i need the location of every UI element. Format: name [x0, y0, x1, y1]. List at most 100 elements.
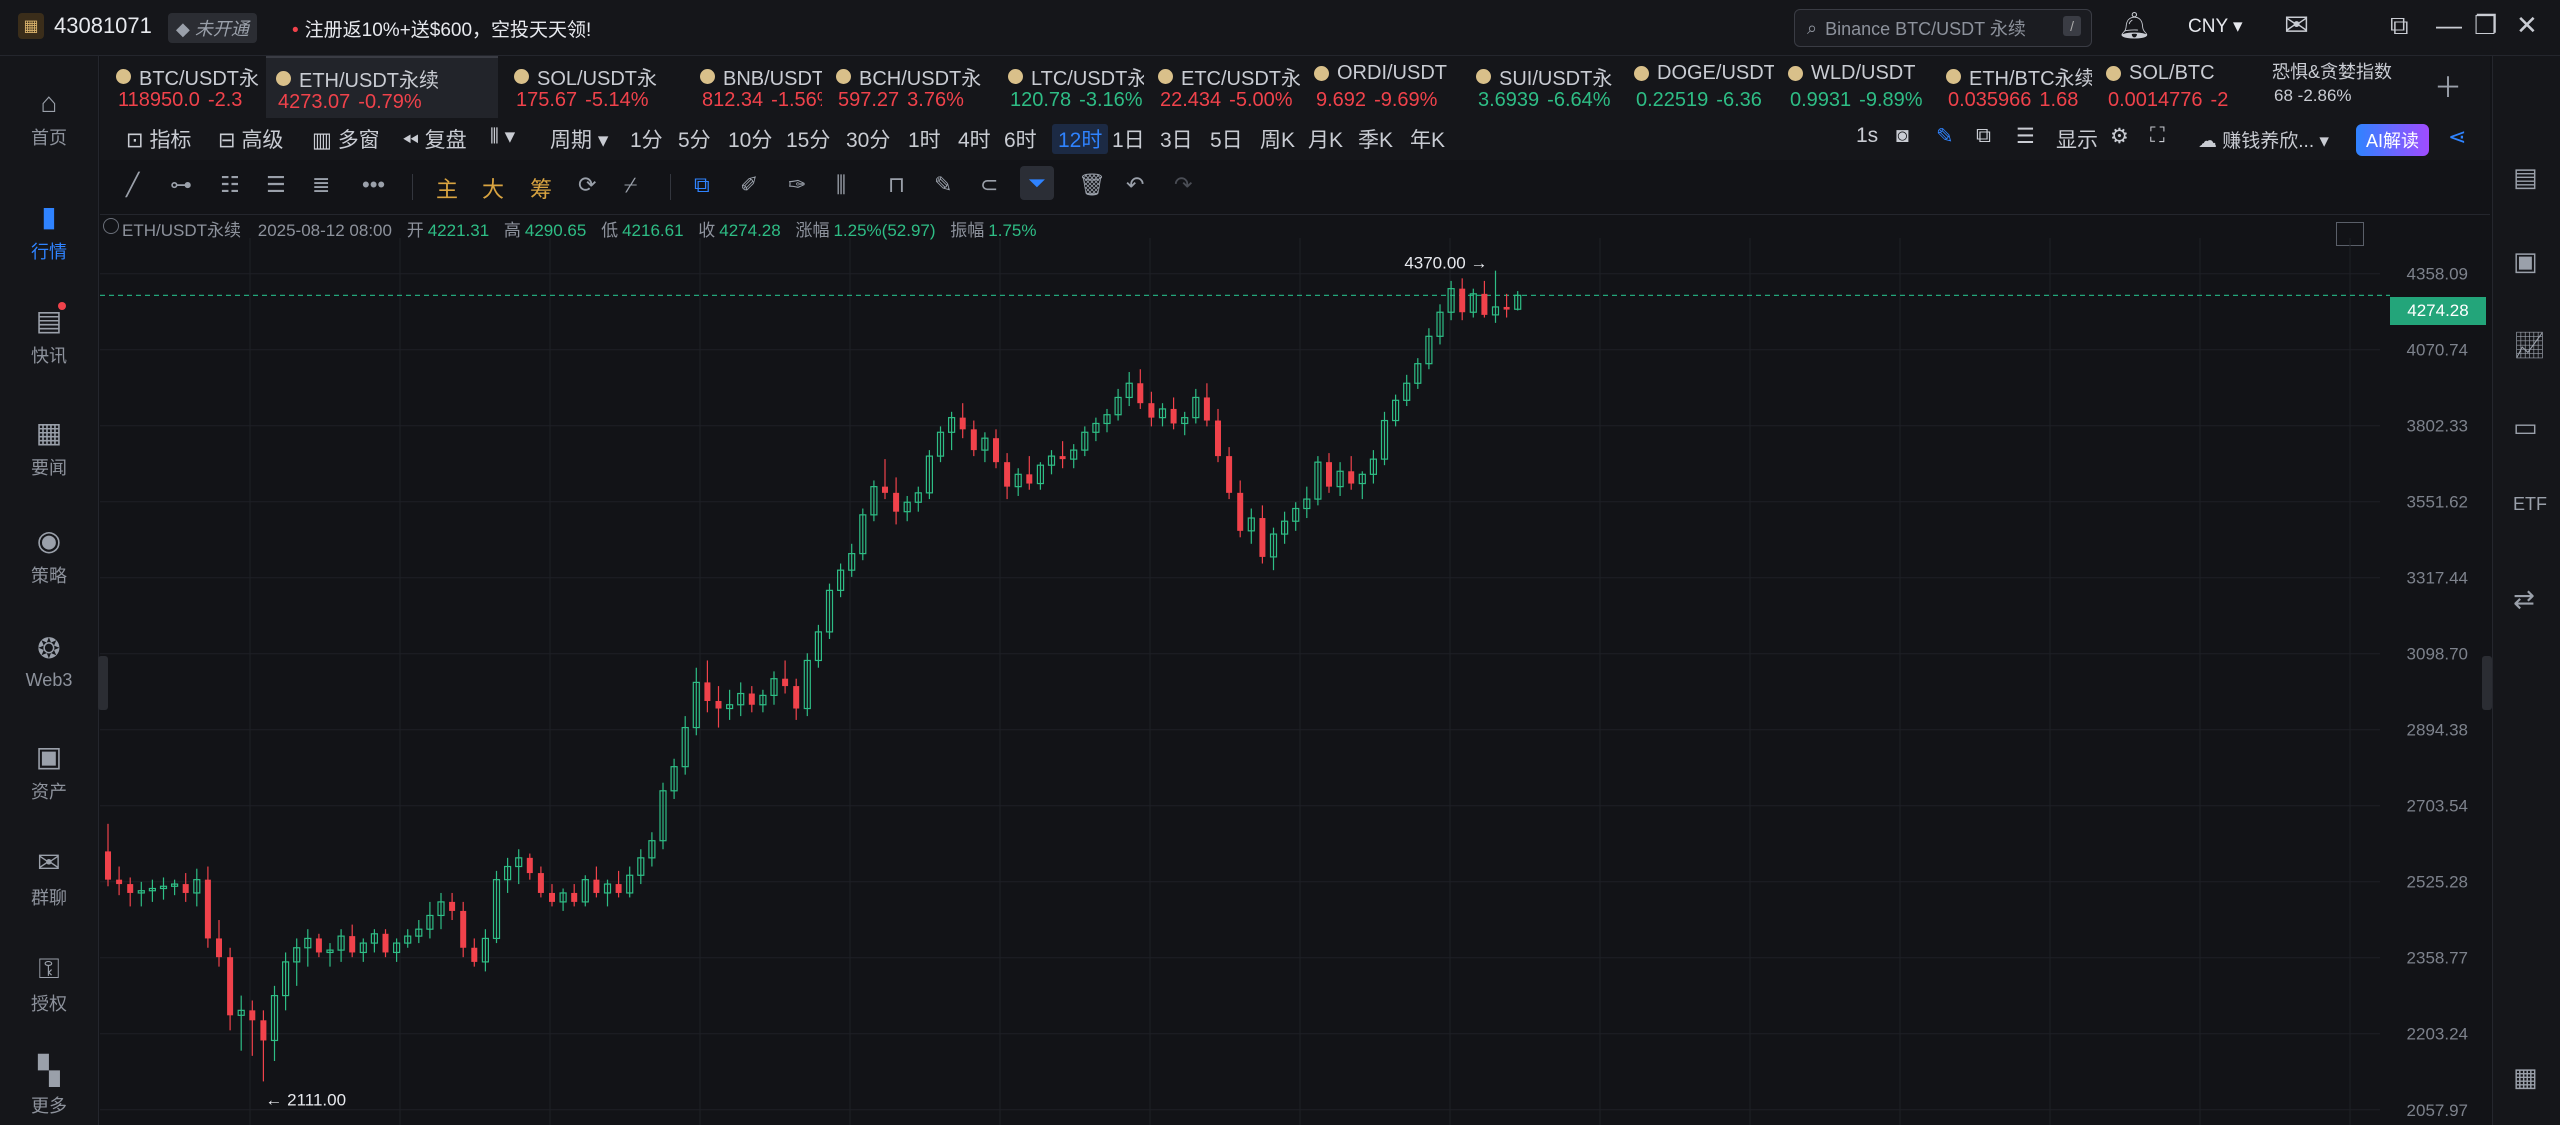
- sidebar-item-3[interactable]: ▦ 要闻: [0, 416, 98, 480]
- interval-button[interactable]: 10分: [728, 124, 772, 154]
- interval-button[interactable]: 1时: [908, 124, 941, 154]
- restore-icon[interactable]: ❐: [2474, 10, 2497, 41]
- settings-gear-icon[interactable]: ⚙: [2110, 124, 2129, 149]
- sidebar-item-2[interactable]: ▤ 快讯: [0, 302, 98, 368]
- interval-button[interactable]: 15分: [786, 124, 830, 154]
- sidebar-item-9[interactable]: ▚ 更多: [0, 1054, 98, 1118]
- more-tools-icon[interactable]: •••: [362, 172, 385, 198]
- etf-icon[interactable]: ETF: [2513, 494, 2547, 515]
- lock-icon[interactable]: ⊓: [888, 172, 905, 198]
- candle-compare-icon[interactable]: ⫼: [836, 172, 846, 198]
- multi-window-button[interactable]: ▥ 多窗: [312, 124, 380, 154]
- interval-button[interactable]: 月K: [1308, 124, 1343, 154]
- ticker-tab[interactable]: ORDI/USDT 9.692 -9.69%: [1304, 56, 1462, 118]
- right-panel-handle[interactable]: [2482, 656, 2492, 710]
- popout-icon[interactable]: ⧉: [2390, 10, 2409, 42]
- user-id[interactable]: ▦ 43081071: [18, 13, 152, 39]
- sidebar-item-8[interactable]: ⚿ 授权: [0, 952, 98, 1016]
- candlestick-chart[interactable]: 4358.09 4070.74 3802.33 3551.62 3317.44 3098.…: [100, 238, 2490, 1125]
- sync-icon[interactable]: ⟳: [578, 172, 596, 198]
- ai-analysis-button[interactable]: AI解读: [2356, 124, 2430, 156]
- monitor-icon[interactable]: ▭: [2513, 412, 2538, 443]
- currency-select[interactable]: CNY ▾: [2188, 15, 2243, 38]
- theme-dropdown[interactable]: ☁ 赚钱养欣... ▾: [2198, 126, 2329, 153]
- ruler-icon[interactable]: ✐: [740, 172, 758, 198]
- fear-greed-index[interactable]: 恐惧&贪婪指数 68 -2.86%: [2268, 56, 2408, 118]
- share-window-icon[interactable]: ⧉: [1976, 124, 1991, 148]
- note-icon[interactable]: ✎: [934, 172, 952, 198]
- search-box[interactable]: ⌕ Binance BTC/USDT 永续 /: [1794, 9, 2092, 47]
- trade-icon[interactable]: ▣: [2513, 246, 2538, 277]
- left-panel-handle[interactable]: [98, 656, 108, 710]
- sidebar-item-6[interactable]: ▣ 资产: [0, 740, 98, 804]
- main-indicator-toggle[interactable]: 主: [436, 172, 458, 204]
- fib-levels-icon[interactable]: ≣: [312, 172, 330, 198]
- camera-icon[interactable]: ◙: [1896, 124, 1909, 148]
- sidebar-item-0[interactable]: ⌂ 首页: [0, 86, 98, 150]
- replay-button[interactable]: ⏪︎ 复盘: [402, 124, 467, 154]
- interval-button[interactable]: 30分: [846, 124, 890, 154]
- sidebar-item-4[interactable]: ◉ 策略: [0, 524, 98, 588]
- interval-button[interactable]: 4时: [958, 124, 991, 154]
- copy-icon[interactable]: ⧉: [694, 172, 710, 198]
- sidebar-item-5[interactable]: ❂ Web3: [0, 632, 98, 691]
- grid-layout-icon[interactable]: ▦: [2513, 1062, 2538, 1093]
- filter-icon[interactable]: ⏷: [1020, 166, 1054, 200]
- ray-line-icon[interactable]: ⊶: [170, 172, 192, 198]
- ticker-tab[interactable]: BTC/USDT永 118950.0 -2.3: [106, 56, 262, 118]
- ticker-tab[interactable]: DOGE/USDT 0.22519 -6.36: [1624, 56, 1774, 118]
- ticker-tab[interactable]: SUI/USDT永 3.6939 -6.64%: [1466, 56, 1620, 118]
- interval-button[interactable]: 季K: [1358, 124, 1393, 154]
- close-icon[interactable]: ✕: [2516, 10, 2538, 41]
- interval-button[interactable]: 5日: [1210, 124, 1243, 154]
- ticker-tab[interactable]: BNB/USDT永812.34-1.56%: [690, 56, 822, 118]
- interval-button[interactable]: 1日: [1112, 124, 1145, 154]
- ticker-tab[interactable]: WLD/USDT 0.9931 -9.89%: [1778, 56, 1932, 118]
- mail-icon[interactable]: ✉: [2284, 8, 2309, 43]
- chip-distribution-toggle[interactable]: 筹: [530, 172, 552, 204]
- big-order-toggle[interactable]: 大: [482, 172, 504, 204]
- trash-icon[interactable]: 🗑︎: [1078, 172, 1106, 198]
- ticker-tab[interactable]: ETH/BTC永续 0.035966 1.68: [1936, 56, 2092, 118]
- order-book-icon[interactable]: ▤: [2513, 162, 2538, 193]
- interval-button[interactable]: 6时: [1004, 124, 1037, 154]
- ticker-tab[interactable]: SOL/BTC 0.0014776 -2: [2096, 56, 2262, 118]
- add-ticker-button[interactable]: ＋: [2434, 66, 2462, 106]
- advanced-button[interactable]: ⊟ 高级: [218, 124, 283, 154]
- horizontal-lines-icon[interactable]: ☰: [266, 172, 286, 198]
- bell-icon[interactable]: 🔔︎: [2118, 10, 2151, 41]
- ticker-tab[interactable]: ETC/USDT永 22.434 -5.00%: [1148, 56, 1300, 118]
- trend-line-icon[interactable]: ╱: [126, 172, 139, 198]
- promo-banner[interactable]: • 注册返10%+送$600，空投天天领!: [292, 15, 591, 42]
- interval-button[interactable]: 1分: [630, 124, 663, 154]
- parallel-channel-icon[interactable]: ☷: [220, 172, 240, 198]
- collapse-info-icon[interactable]: [103, 218, 119, 234]
- undo-icon[interactable]: ↶: [1126, 172, 1144, 198]
- clear-lines-icon[interactable]: ⌿: [624, 172, 637, 198]
- refresh-interval[interactable]: 1s: [1856, 124, 1878, 148]
- period-dropdown[interactable]: 周期 ▾: [550, 124, 608, 154]
- redo-icon[interactable]: ↷: [1174, 172, 1192, 198]
- swap-icon[interactable]: ⇄: [2513, 584, 2535, 615]
- sidebar-item-1[interactable]: ▮ 行情: [0, 200, 98, 264]
- interval-button[interactable]: 3日: [1160, 124, 1193, 154]
- chart-type-button[interactable]: ⫴ ▾: [490, 124, 515, 149]
- interval-button[interactable]: 周K: [1260, 124, 1295, 154]
- ticker-tab[interactable]: SOL/USDT永 175.67 -5.14%: [504, 56, 686, 118]
- ticker-tab[interactable]: ETH/USDT永续 4273.07 -0.79%: [266, 56, 498, 120]
- sidebar-item-7[interactable]: ✉ 群聊: [0, 846, 98, 910]
- display-button[interactable]: 显示: [2056, 124, 2098, 154]
- list-icon[interactable]: ☰: [2016, 124, 2035, 149]
- brush-icon[interactable]: ✑: [788, 172, 806, 198]
- draw-pen-icon[interactable]: ✎: [1936, 124, 1954, 149]
- chart-trend-icon[interactable]: 📈︎: [2513, 330, 2546, 361]
- fullscreen-icon[interactable]: ⛶: [2150, 124, 2165, 148]
- minimize-icon[interactable]: —: [2436, 10, 2462, 41]
- ticker-tab[interactable]: BCH/USDT永 597.27 3.76%: [826, 56, 994, 118]
- interval-button[interactable]: 年K: [1410, 124, 1445, 154]
- ticker-tab[interactable]: LTC/USDT永 120.78 -3.16%: [998, 56, 1144, 118]
- interval-button[interactable]: 12时: [1052, 124, 1109, 154]
- magnet-icon[interactable]: ⊂: [980, 172, 998, 198]
- interval-button[interactable]: 5分: [678, 124, 711, 154]
- share-icon[interactable]: ⋖: [2448, 124, 2466, 150]
